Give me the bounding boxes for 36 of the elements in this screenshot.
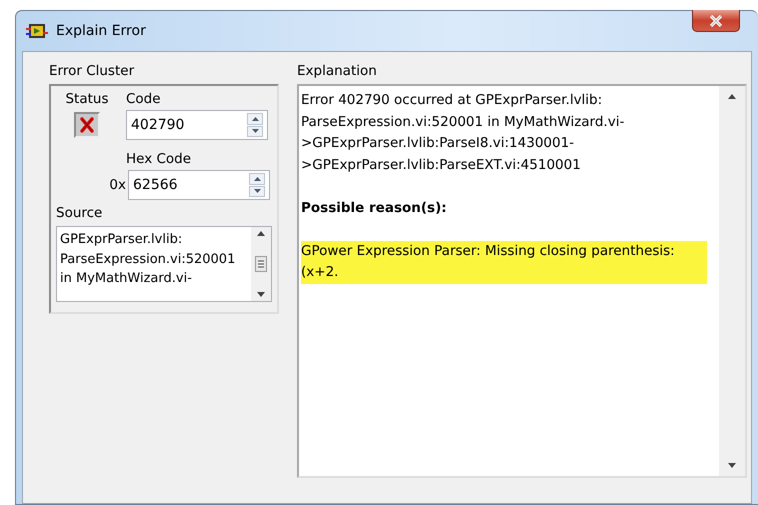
error-x-icon	[80, 117, 94, 133]
explanation-label: Explanation	[297, 62, 378, 80]
spin-down-button[interactable]	[249, 186, 265, 197]
close-button[interactable]	[692, 10, 740, 32]
spin-up-button[interactable]	[247, 113, 263, 124]
scroll-up-icon[interactable]	[257, 231, 265, 236]
highlighted-reason: GPower Expression Parser: Missing closing parenthesis: (x+2.	[301, 240, 707, 284]
source-text-line: ParseExpression.vi:520001	[60, 250, 236, 268]
spin-down-button[interactable]	[247, 126, 263, 137]
down-arrow-icon	[252, 129, 258, 134]
scroll-thumb[interactable]	[255, 256, 267, 272]
status-label: Status	[65, 90, 109, 108]
explanation-text-area[interactable]	[297, 84, 747, 478]
scroll-down-icon[interactable]	[257, 292, 265, 297]
source-text-line: in MyMathWizard.vi-	[60, 270, 192, 288]
source-text-line: GPExprParser.lvlib:	[60, 231, 182, 249]
app-icon	[26, 23, 48, 39]
close-icon	[709, 14, 723, 26]
hex-prefix: 0x	[109, 176, 126, 194]
code-field[interactable]: 402790	[126, 110, 268, 140]
source-text-area[interactable]: GPExprParser.lvlib: ParseExpression.vi:520001 in MyMathWizard.vi-	[56, 226, 272, 302]
code-label: Code	[126, 90, 162, 108]
error-message: Error 402790 occurred at GPExprParser.lvlib: ParseExpression.vi:520001 in MyMathWizard.vi- >GPExprParser.lvlib:ParseI8.vi:1430001- >GPExprParser.lvlib:ParseEXT.vi:4510001	[301, 92, 624, 172]
reasons-heading: Possible reason(s):	[301, 200, 447, 216]
window-title: Explain Error	[56, 22, 146, 40]
up-arrow-icon	[254, 176, 260, 181]
scroll-down-icon[interactable]	[728, 463, 736, 468]
source-label: Source	[56, 204, 102, 222]
hex-code-label: Hex Code	[126, 150, 192, 168]
up-arrow-icon	[252, 116, 258, 121]
group-label: Error Cluster	[49, 62, 136, 80]
spin-up-button[interactable]	[249, 173, 265, 184]
hex-code-field[interactable]: 62566	[128, 170, 270, 200]
scroll-up-icon[interactable]	[728, 94, 736, 99]
down-arrow-icon	[254, 189, 260, 194]
scrollbar[interactable]	[251, 227, 271, 301]
